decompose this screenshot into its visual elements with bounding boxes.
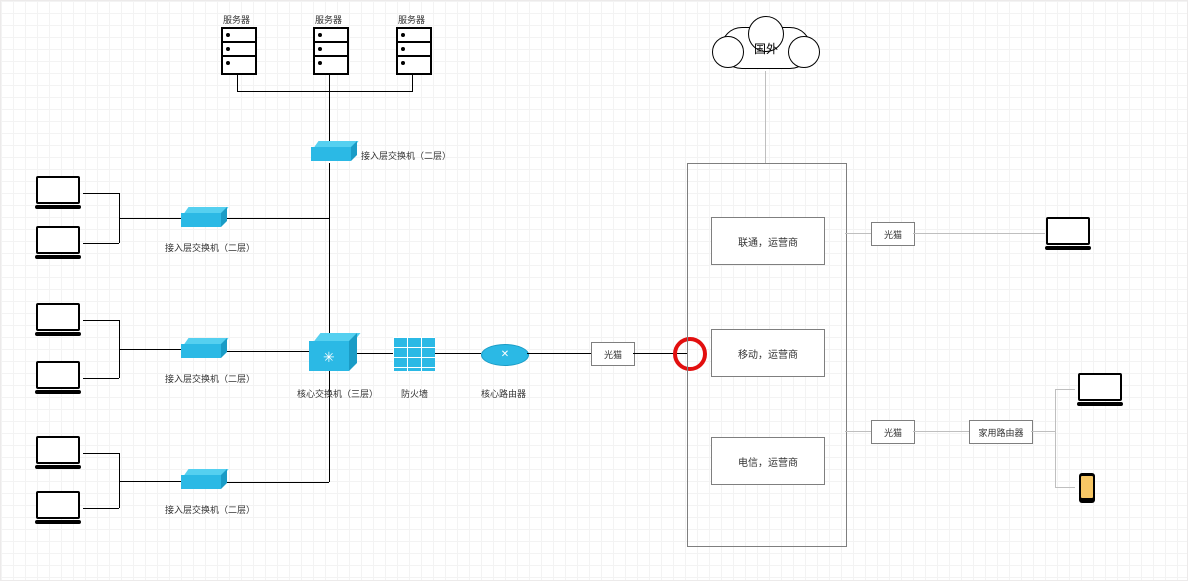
access-switch-label: 接入层交换机（二层） bbox=[361, 149, 451, 162]
phone-icon bbox=[1079, 473, 1095, 503]
router-icon bbox=[481, 344, 529, 366]
carrier-label: 移动，运营商 bbox=[738, 346, 798, 361]
optical-modem-label: 光猫 bbox=[884, 228, 902, 241]
cloud-label: 国外 bbox=[754, 40, 778, 57]
firewall-label: 防火墙 bbox=[401, 387, 428, 400]
carrier-mobile: 移动，运营商 bbox=[711, 329, 825, 377]
switch-icon bbox=[181, 344, 221, 362]
carrier-label: 电信，运营商 bbox=[738, 454, 798, 469]
laptop-icon bbox=[35, 436, 81, 470]
laptop-icon bbox=[35, 176, 81, 210]
carrier-telecom: 电信，运营商 bbox=[711, 437, 825, 485]
optical-modem-box: 光猫 bbox=[871, 420, 915, 444]
server-label: 服务器 bbox=[223, 13, 250, 26]
switch-icon bbox=[181, 475, 221, 493]
laptop-icon bbox=[1045, 217, 1091, 251]
optical-modem-box: 光猫 bbox=[591, 342, 635, 366]
core-switch-label: 核心交换机（三层） bbox=[297, 387, 378, 400]
server-icon bbox=[313, 27, 349, 75]
optical-modem-label: 光猫 bbox=[884, 426, 902, 439]
server-label: 服务器 bbox=[315, 13, 342, 26]
server-icon bbox=[221, 27, 257, 75]
diagram-canvas: 服务器 服务器 服务器 接入层交换机（二层） 接入层交换机（二层） 接入层交换机… bbox=[0, 0, 1188, 581]
laptop-icon bbox=[1077, 373, 1123, 407]
laptop-icon bbox=[35, 361, 81, 395]
laptop-icon bbox=[35, 226, 81, 260]
core-router-label: 核心路由器 bbox=[481, 387, 526, 400]
switch-icon bbox=[311, 147, 351, 165]
switch-icon bbox=[181, 213, 221, 231]
cloud-icon: 国外 bbox=[721, 27, 811, 69]
server-label: 服务器 bbox=[398, 13, 425, 26]
carrier-label: 联通，运营商 bbox=[738, 234, 798, 249]
home-router-box: 家用路由器 bbox=[969, 420, 1033, 444]
optical-modem-box: 光猫 bbox=[871, 222, 915, 246]
home-router-label: 家用路由器 bbox=[978, 426, 1023, 439]
server-icon bbox=[396, 27, 432, 75]
core-switch-icon: ✳ bbox=[309, 341, 349, 375]
firewall-icon bbox=[393, 337, 435, 371]
access-switch-label: 接入层交换机（二层） bbox=[165, 372, 255, 385]
laptop-icon bbox=[35, 491, 81, 525]
access-switch-label: 接入层交换机（二层） bbox=[165, 241, 255, 254]
laptop-icon bbox=[35, 303, 81, 337]
carrier-unicom: 联通，运营商 bbox=[711, 217, 825, 265]
optical-modem-label: 光猫 bbox=[604, 348, 622, 361]
access-switch-label: 接入层交换机（二层） bbox=[165, 503, 255, 516]
